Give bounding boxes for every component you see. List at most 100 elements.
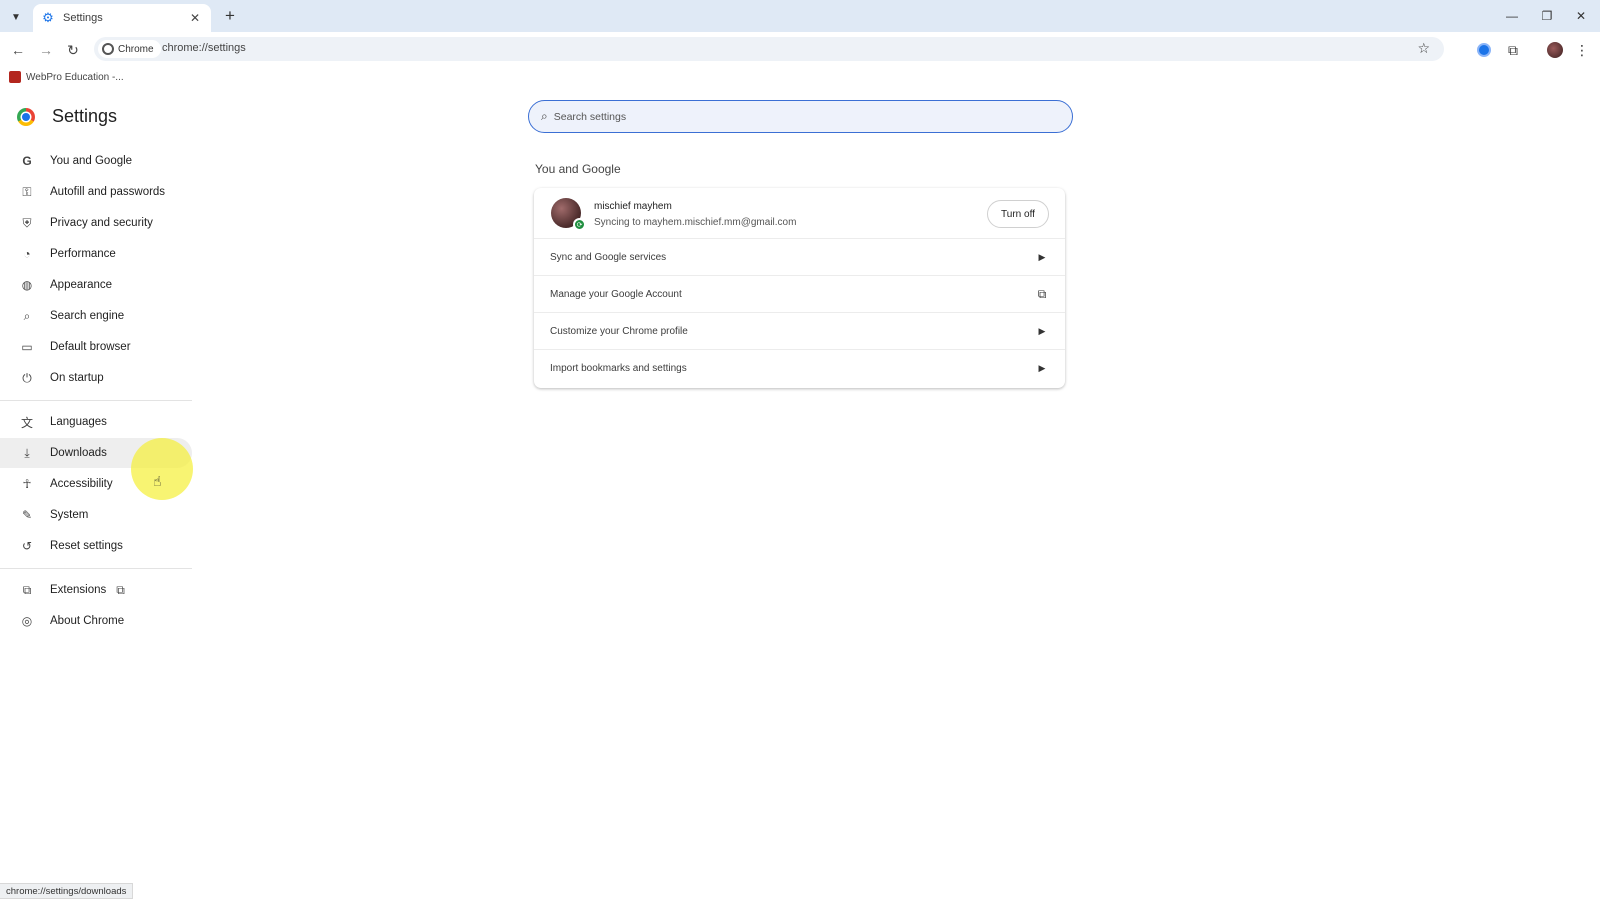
accessibility-icon: ☥ — [22, 477, 32, 491]
chevron-right-icon: ▶ — [1038, 325, 1046, 336]
bookmarks-bar: WebPro Education -... — [0, 66, 1600, 90]
status-bar-url: chrome://settings/downloads — [0, 883, 134, 899]
turn-off-button[interactable]: Turn off — [987, 200, 1049, 228]
manage-account-row[interactable]: Manage your Google Account ⧉ — [534, 275, 1065, 312]
sidebar-item-extensions[interactable]: ⧉ Extensions ⧉ — [0, 575, 192, 605]
sidebar-item-label: Appearance — [50, 279, 113, 291]
chrome-logo-icon — [17, 107, 35, 126]
search-input[interactable]: ⌕ Search settings — [528, 100, 1073, 133]
sidebar-item-label: Downloads — [50, 447, 107, 459]
minimize-icon[interactable]: — — [1497, 6, 1527, 26]
row-label: Manage your Google Account — [550, 288, 682, 300]
account-row: ⟳ mischief mayhem Syncing to mayhem.misc… — [534, 188, 1065, 238]
sidebar-item-label: Accessibility — [50, 478, 113, 490]
speedometer-icon: ◔ — [23, 247, 31, 261]
sidebar-item-label: About Chrome — [50, 615, 125, 627]
sidebar-item-label: Performance — [50, 248, 116, 260]
sidebar-item-languages[interactable]: 文 Languages — [0, 407, 192, 437]
row-label: Import bookmarks and settings — [550, 362, 687, 374]
extension-blue-icon[interactable] — [1474, 40, 1494, 60]
row-label: Customize your Chrome profile — [550, 325, 688, 337]
wrench-icon: ✎ — [21, 508, 33, 522]
bookmark-star-icon[interactable]: ☆ — [1417, 40, 1430, 57]
download-icon: ⤓ — [24, 445, 30, 460]
puzzle-icon[interactable]: ⧉ — [1503, 40, 1523, 60]
sidebar-item-label: You and Google — [50, 155, 133, 167]
chip-label: Chrome — [118, 43, 154, 55]
chevron-right-icon: ▶ — [1038, 251, 1046, 262]
page-title: Settings — [52, 106, 118, 126]
shield-icon: ⛨ — [22, 215, 32, 230]
sidebar-divider — [0, 400, 192, 401]
sidebar-item-label: Extensions — [50, 584, 107, 596]
sync-badge-icon: ⟳ — [573, 218, 586, 231]
bookmark-item[interactable]: WebPro Education -... — [9, 71, 124, 83]
reset-icon: ↺ — [21, 539, 33, 553]
back-arrow-icon[interactable]: ← — [8, 40, 28, 60]
tab-strip: ▼ ⚙ Settings ✕ + — ❐ ✕ — [0, 0, 1600, 32]
open-in-new-icon: ⧉ — [116, 582, 125, 597]
sidebar-item-on-startup[interactable]: ⏻ On startup — [0, 363, 192, 393]
sync-services-row[interactable]: Sync and Google services ▶ — [534, 238, 1065, 275]
sidebar-item-label: Autofill and passwords — [50, 186, 166, 198]
search-placeholder: Search settings — [553, 110, 627, 123]
tab-settings[interactable]: ⚙ Settings ✕ — [33, 4, 211, 32]
sidebar-item-privacy[interactable]: ⛨ Privacy and security — [0, 208, 192, 238]
search-icon: ⌕ — [23, 308, 31, 323]
account-name: mischief mayhem — [594, 201, 672, 212]
sync-status: Syncing to mayhem.mischief.mm@gmail.com — [594, 217, 797, 228]
tab-search-chevron-icon[interactable]: ▼ — [6, 7, 26, 27]
section-title: You and Google — [535, 162, 621, 176]
puzzle-icon: ⧉ — [22, 582, 32, 597]
import-bookmarks-row[interactable]: Import bookmarks and settings ▶ — [534, 349, 1065, 386]
sidebar-item-about-chrome[interactable]: ◎ About Chrome — [0, 606, 192, 636]
url-text[interactable]: chrome://settings — [162, 42, 246, 54]
restore-icon[interactable]: ❐ — [1532, 6, 1562, 26]
site-info-chip[interactable]: Chrome — [98, 40, 161, 58]
sidebar-item-default-browser[interactable]: ▭ Default browser — [0, 332, 192, 362]
key-icon: ⚿ — [22, 184, 32, 199]
sidebar-item-autofill[interactable]: ⚿ Autofill and passwords — [0, 177, 192, 207]
settings-header: Settings — [17, 106, 117, 127]
power-icon: ⏻ — [22, 370, 32, 385]
chrome-icon: ◎ — [21, 614, 33, 628]
forward-arrow-icon[interactable]: → — [36, 40, 56, 60]
sidebar-item-performance[interactable]: ◔ Performance — [0, 239, 192, 269]
browser-window-icon: ▭ — [21, 340, 33, 354]
sidebar-item-system[interactable]: ✎ System — [0, 500, 192, 530]
sidebar-item-label: Privacy and security — [50, 217, 153, 229]
bookmark-label: WebPro Education -... — [26, 71, 124, 83]
sidebar-item-search-engine[interactable]: ⌕ Search engine — [0, 301, 192, 331]
hand-cursor-icon: ☝ — [153, 473, 162, 489]
sidebar-divider — [0, 568, 192, 569]
profile-avatar[interactable] — [1545, 40, 1565, 60]
row-label: Sync and Google services — [550, 251, 667, 263]
you-and-google-card: ⟳ mischief mayhem Syncing to mayhem.misc… — [534, 188, 1065, 388]
chevron-right-icon: ▶ — [1038, 362, 1046, 373]
browser-toolbar: ← → ↻ Chrome chrome://settings ☆ ⧉ ⋮ — [0, 32, 1600, 66]
sidebar-item-appearance[interactable]: ◍ Appearance — [0, 270, 192, 300]
search-icon: ⌕ — [541, 109, 548, 123]
open-in-new-icon: ⧉ — [1037, 286, 1047, 301]
close-icon[interactable]: ✕ — [187, 11, 203, 25]
new-tab-button[interactable]: + — [220, 6, 240, 26]
sidebar-item-label: Reset settings — [50, 540, 123, 552]
sidebar-item-you-and-google[interactable]: G You and Google — [0, 146, 192, 176]
sidebar-item-label: Default browser — [50, 341, 131, 353]
tab-title: Settings — [63, 12, 103, 24]
reload-icon[interactable]: ↻ — [63, 40, 83, 60]
gear-icon: ⚙ — [42, 10, 54, 25]
cursor-highlight — [131, 438, 193, 500]
bookmark-favicon-icon — [9, 71, 21, 83]
window-close-icon[interactable]: ✕ — [1566, 6, 1596, 26]
palette-icon: ◍ — [21, 278, 33, 292]
address-bar[interactable]: Chrome chrome://settings ☆ — [94, 37, 1444, 61]
sidebar-item-reset-settings[interactable]: ↺ Reset settings — [0, 531, 192, 561]
sidebar-item-label: Search engine — [50, 310, 125, 322]
translate-icon: 文 — [20, 415, 33, 430]
sidebar-item-label: Languages — [50, 416, 107, 428]
sidebar-item-label: System — [50, 509, 89, 521]
menu-kebab-icon[interactable]: ⋮ — [1572, 40, 1592, 60]
chrome-icon — [102, 43, 114, 55]
customize-profile-row[interactable]: Customize your Chrome profile ▶ — [534, 312, 1065, 349]
